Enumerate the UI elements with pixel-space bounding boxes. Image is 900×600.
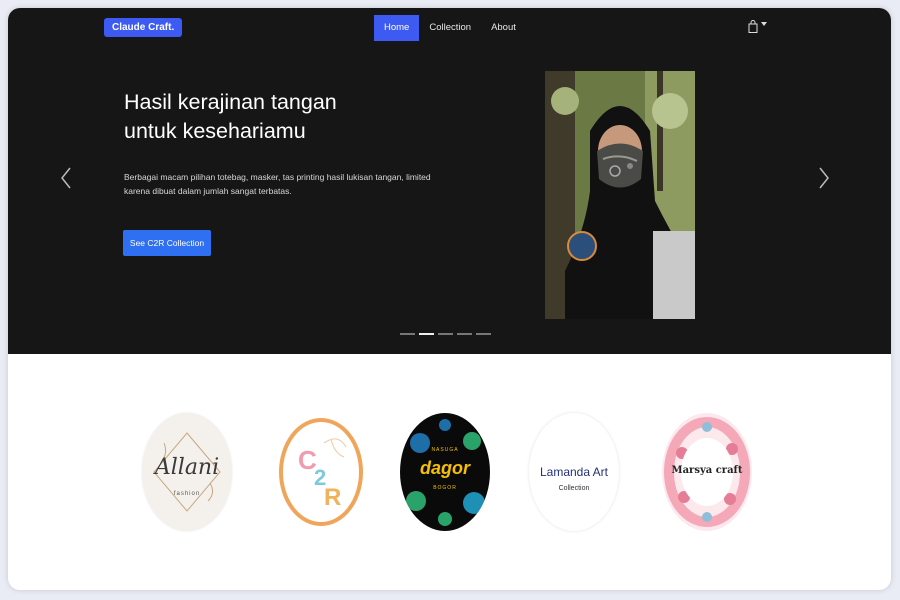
carousel-indicator[interactable] [400,333,415,335]
hero-description: Berbagai macam pilihan totebag, masker, … [124,172,431,196]
chevron-left-icon [61,167,71,189]
carousel-indicator[interactable] [457,333,472,335]
partner-name: Lamanda Art [539,465,609,479]
c2r-letter-r: R [324,484,341,511]
partner-logo-allani[interactable]: Allani fashion [142,413,232,531]
hero-title: Hasil kerajinan tangan untuk kesehariamu [124,88,404,146]
partner-name: Marsya craft [671,465,743,476]
partner-logo-c2r[interactable]: C 2 R [276,413,366,531]
partner-logo-marsya[interactable]: Marsya craft [662,413,752,531]
carousel-indicator[interactable] [476,333,491,335]
partner-logo-dagor[interactable]: NASUGA dagor BOGOR [400,413,490,531]
hero-title-line2: untuk kesehariamu [124,119,306,143]
chevron-down-icon [761,21,767,26]
hero-title-line1: Hasil kerajinan tangan [124,90,337,114]
nav-collection[interactable]: Collection [419,15,481,41]
nav-home[interactable]: Home [374,15,420,41]
carousel-prev-button[interactable] [60,166,72,195]
hero-carousel: Claude Craft. Home Collection About Hasi… [8,8,891,354]
carousel-indicator-active[interactable] [419,333,434,335]
partner-name: dagor [419,458,470,478]
partner-subtitle: fashion [173,491,201,497]
carousel-indicator[interactable] [438,333,453,335]
partner-tagline: NASUGA [431,447,459,453]
partner-subtitle: BOGOR [433,485,457,491]
nav-about[interactable]: About [481,15,526,41]
partner-subtitle: Collection [558,485,590,492]
hero-product-photo [545,71,695,319]
partner-name: Allani [154,455,220,480]
shopping-bag-icon [748,20,758,33]
carousel-next-button[interactable] [818,166,830,195]
browser-page: Claude Craft. Home Collection About Hasi… [8,8,891,590]
main-nav: Home Collection About [374,15,526,41]
see-collection-button[interactable]: See C2R Collection [123,230,211,256]
brand-logo[interactable]: Claude Craft. [104,18,183,37]
carousel-indicators [400,333,491,335]
cart-dropdown[interactable] [748,20,767,33]
partner-logo-lamanda[interactable]: Lamanda Art Collection [529,413,619,531]
chevron-right-icon [819,167,829,189]
